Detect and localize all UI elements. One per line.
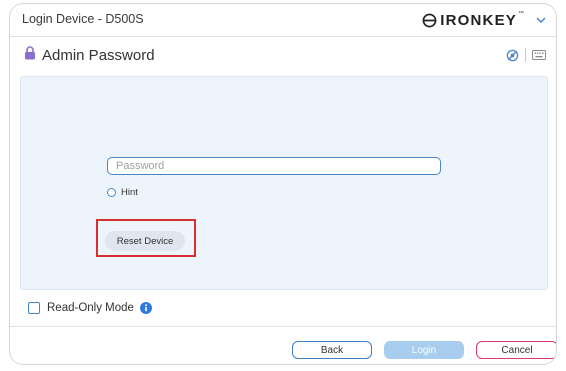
ironkey-logo-icon xyxy=(422,13,437,28)
password-input[interactable] xyxy=(107,157,441,175)
brand-name: IRONKEY xyxy=(440,11,517,29)
page-title: Admin Password xyxy=(42,47,155,64)
login-button[interactable]: Login xyxy=(384,341,464,359)
hint-label: Hint xyxy=(121,187,138,198)
brand: IRONKEY ™ xyxy=(422,9,546,31)
back-button[interactable]: Back xyxy=(292,341,372,359)
readonly-checkbox[interactable] xyxy=(28,302,40,314)
eye-slash-icon[interactable] xyxy=(506,49,519,62)
info-icon[interactable] xyxy=(139,302,152,314)
reset-device-button[interactable]: Reset Device xyxy=(105,231,185,251)
chevron-down-icon[interactable] xyxy=(536,17,546,23)
title-bar: Login Device - D500S IRONKEY ™ xyxy=(10,4,556,37)
header-icons xyxy=(506,48,546,62)
hint-radio[interactable] xyxy=(107,188,116,197)
brand-trademark: ™ xyxy=(518,11,524,17)
password-panel xyxy=(20,76,548,290)
window-title: Login Device - D500S xyxy=(22,12,144,26)
page-header: Admin Password xyxy=(10,40,556,70)
header-divider xyxy=(525,48,526,62)
keyboard-icon[interactable] xyxy=(532,50,546,60)
readonly-label: Read-Only Mode xyxy=(47,302,134,314)
hint-option[interactable]: Hint xyxy=(107,187,138,198)
footer-divider xyxy=(10,326,556,327)
cancel-button[interactable]: Cancel xyxy=(476,341,556,359)
readonly-option: Read-Only Mode xyxy=(28,302,152,314)
lock-icon xyxy=(24,46,36,65)
login-window: Login Device - D500S IRONKEY ™ Admin Pas… xyxy=(9,3,557,365)
